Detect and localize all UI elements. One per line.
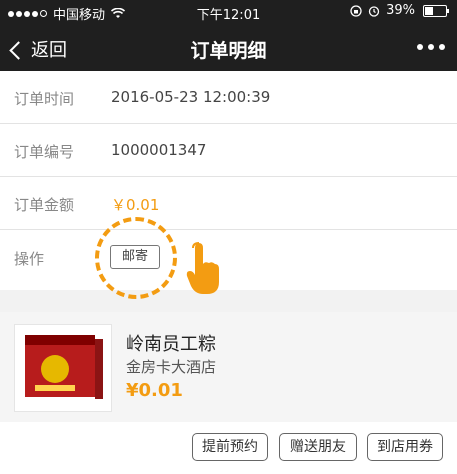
- more-options-icon[interactable]: [417, 44, 445, 50]
- product-card[interactable]: 岭南员工粽 金房卡大酒店 ¥0.01: [0, 312, 457, 422]
- order-time-label: 订单时间: [14, 90, 75, 108]
- mail-button[interactable]: 邮寄: [110, 245, 160, 269]
- pointing-hand-icon: [186, 242, 219, 294]
- product-image: [14, 324, 112, 412]
- battery-percent: 39%: [386, 3, 415, 18]
- product-shop: 金房卡大酒店: [126, 358, 217, 376]
- order-action-row: 操作: [0, 230, 457, 290]
- status-bar: 中国移动 下午12:01 39%: [0, 0, 457, 24]
- product-price: ¥0.01: [126, 380, 183, 401]
- order-number-row: 订单编号 1000001347: [0, 124, 457, 177]
- order-info: 订单时间 2016-05-23 12:00:39 订单编号 1000001347…: [0, 71, 457, 290]
- status-right: 39%: [350, 3, 449, 18]
- battery-icon: [423, 4, 449, 17]
- order-number-label: 订单编号: [14, 143, 75, 161]
- nav-bar: 返回 订单明细: [0, 24, 457, 71]
- order-time-row: 订单时间 2016-05-23 12:00:39: [0, 71, 457, 124]
- reserve-button[interactable]: 提前预约: [192, 433, 268, 461]
- action-bar: 提前预约 赠送朋友 到店用券: [0, 422, 457, 474]
- page-title: 订单明细: [190, 40, 267, 62]
- use-coupon-button[interactable]: 到店用券: [367, 433, 443, 461]
- order-action-label: 操作: [14, 250, 45, 268]
- alarm-icon: [368, 5, 380, 17]
- order-amount-row: 订单金额 ￥0.01: [0, 177, 457, 230]
- order-time-value: 2016-05-23 12:00:39: [111, 88, 271, 106]
- gift-button[interactable]: 赠送朋友: [279, 433, 357, 461]
- order-amount-label: 订单金额: [14, 196, 75, 214]
- order-number-value: 1000001347: [111, 141, 207, 159]
- product-name: 岭南员工粽: [126, 334, 216, 355]
- rotation-lock-icon: [350, 4, 362, 17]
- order-amount-value: ￥0.01: [111, 196, 160, 214]
